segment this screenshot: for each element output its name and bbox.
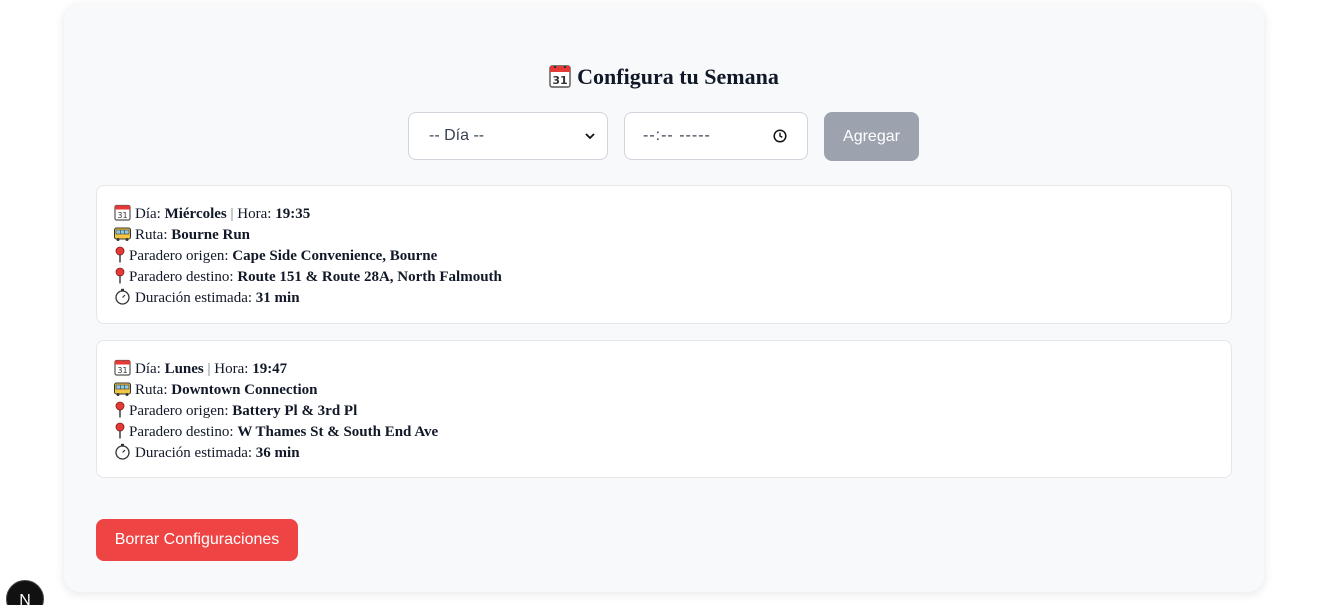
hour-value: 19:35 [275,206,311,222]
stopwatch-icon [115,443,130,460]
pin-icon [115,401,125,418]
page-title-text: Configura tu Semana [577,64,779,89]
duration-value: 31 min [255,290,300,306]
day-hour-row: 31 Día: Miércoles | Hora: 19:35 [114,204,1214,225]
add-button[interactable]: Agregar [824,112,919,161]
duration-row: Duración estimada: 31 min [114,288,1214,309]
day-hour-row: 31 Día: Lunes | Hora: 19:47 [114,359,1214,380]
destination-value: Route 151 & Route 28A, North Falmouth [237,269,502,285]
origin-value: Battery Pl & 3rd Pl [232,403,358,419]
time-input-value: --:-- ----- [643,127,711,144]
day-value: Lunes [164,361,204,377]
clear-configs-button[interactable]: Borrar Configuraciones [96,519,298,561]
time-input[interactable]: --:-- ----- [624,112,808,160]
destination-value: W Thames St & South End Ave [237,424,439,440]
destination-row: Paradero destino: W Thames St & South En… [114,422,1214,443]
pin-icon [115,267,125,284]
origin-row: Paradero origen: Battery Pl & 3rd Pl [114,401,1214,422]
route-value: Bourne Run [171,227,251,243]
calendar-icon: 31 [114,359,131,376]
origin-value: Cape Side Convenience, Bourne [232,248,438,264]
origin-row: Paradero origen: Cape Side Convenience, … [114,246,1214,267]
config-card: 31 Día: Miércoles | Hora: 19:35 Ruta: Bo… [96,185,1232,324]
destination-row: Paradero destino: Route 151 & Route 28A,… [114,267,1214,288]
chevron-down-icon [585,133,595,140]
config-card: 31 Día: Lunes | Hora: 19:47 Ruta: Downto… [96,340,1232,478]
pin-icon [115,246,125,263]
calendar-icon: 31 [549,65,571,88]
bus-icon [114,382,131,396]
hour-value: 19:47 [252,361,288,377]
svg-text:31: 31 [117,211,127,220]
route-row: Ruta: Bourne Run [114,225,1214,246]
bus-icon [114,227,131,241]
duration-row: Duración estimada: 36 min [114,443,1214,464]
clock-icon[interactable] [773,129,787,143]
calendar-icon: 31 [114,204,131,221]
route-row: Ruta: Downtown Connection [114,380,1214,401]
day-value: Miércoles [164,206,227,222]
route-value: Downtown Connection [171,382,318,398]
add-config-form: -- Día -- --:-- ----- Agregar [64,112,1264,164]
dev-badge[interactable]: N [6,580,44,605]
page-title: 31 Configura tu Semana [64,62,1264,92]
svg-text:31: 31 [117,366,127,375]
config-panel: 31 Configura tu Semana -- Día -- --:-- -… [64,4,1264,592]
day-select[interactable]: -- Día -- [408,112,608,160]
stopwatch-icon [115,288,130,305]
pin-icon [115,422,125,439]
day-select-value: -- Día -- [429,127,485,144]
svg-text:31: 31 [553,74,568,87]
duration-value: 36 min [255,445,300,461]
